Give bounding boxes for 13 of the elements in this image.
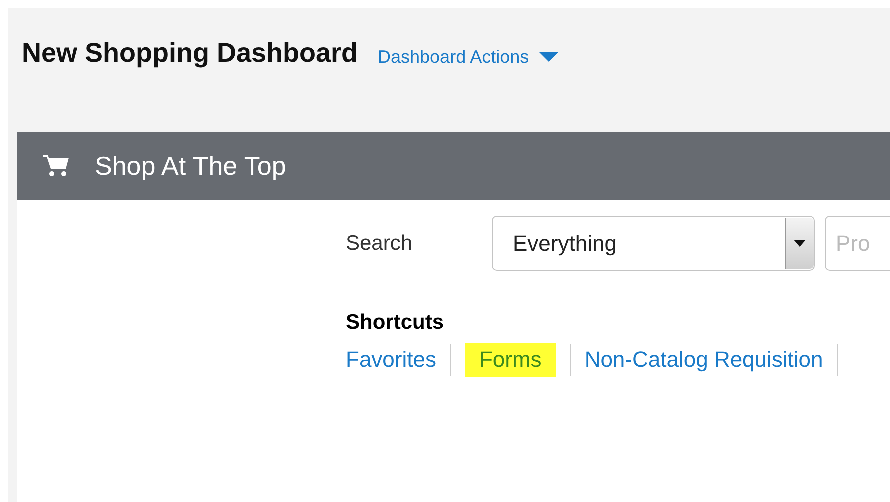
shortcut-link[interactable]: Non-Catalog Requisition [584,343,824,377]
panel-title: Shop At The Top [95,150,286,182]
cart-icon [43,154,69,178]
search-field[interactable]: Pro [825,216,890,271]
caret-icon [794,240,806,247]
search-label: Search [346,232,414,256]
shortcuts-heading: Shortcuts [346,311,446,335]
shortcut-link[interactable]: Forms [465,343,556,377]
search-scope-dropdown[interactable]: Everything [492,216,815,271]
caret-icon [539,52,560,62]
shortcut-link[interactable]: Favorites [346,343,436,377]
dashboard-actions-menu[interactable]: Dashboard Actions [378,46,560,68]
page-title: New Shopping Dashboard [22,38,358,68]
